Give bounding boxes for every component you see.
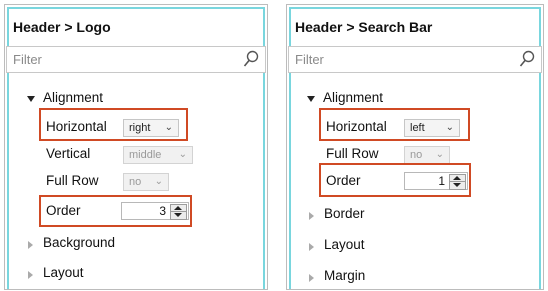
search-icon[interactable] [519,50,535,68]
triangle-right-icon[interactable] [309,243,314,251]
vertical-label: Vertical [46,146,91,161]
section-alignment[interactable]: Alignment [43,90,103,105]
fullrow-value: no [410,149,423,161]
chevron-down-icon: ⌄ [178,149,187,160]
highlight-horizontal [319,108,470,141]
triangle-right-icon[interactable] [309,212,314,220]
chevron-down-icon: ⌄ [154,176,163,187]
section-border[interactable]: Border [324,206,365,221]
properties-panel-logo: Header > Logo Filter Alignment Horizonta… [4,4,268,290]
fullrow-value: no [129,176,142,188]
triangle-right-icon[interactable] [309,274,314,282]
panel-title: Header > Search Bar [295,19,433,35]
panel-title: Header > Logo [13,19,111,35]
properties-panel-search-bar: Header > Search Bar Filter Alignment Hor… [286,4,544,290]
search-icon[interactable] [243,50,259,68]
highlight-order [39,195,192,227]
filter-input[interactable]: Filter [288,46,542,73]
section-layout[interactable]: Layout [324,237,365,252]
triangle-right-icon[interactable] [28,241,33,249]
section-alignment[interactable]: Alignment [323,90,383,105]
triangle-down-icon[interactable] [27,96,35,102]
triangle-down-icon[interactable] [307,96,315,102]
fullrow-select[interactable]: no ⌄ [404,146,450,164]
filter-input[interactable]: Filter [6,46,266,73]
highlight-order [319,163,471,197]
filter-placeholder: Filter [295,52,324,67]
fullrow-select[interactable]: no ⌄ [123,173,169,191]
section-background[interactable]: Background [43,235,115,250]
highlight-horizontal [39,108,188,141]
filter-placeholder: Filter [13,52,42,67]
section-margin[interactable]: Margin [324,268,365,283]
section-layout[interactable]: Layout [43,265,84,280]
vertical-value: middle [129,149,162,161]
vertical-select[interactable]: middle ⌄ [123,146,193,164]
fullrow-label: Full Row [326,146,379,161]
triangle-right-icon[interactable] [28,271,33,279]
fullrow-label: Full Row [46,173,99,188]
chevron-down-icon: ⌄ [435,149,444,160]
